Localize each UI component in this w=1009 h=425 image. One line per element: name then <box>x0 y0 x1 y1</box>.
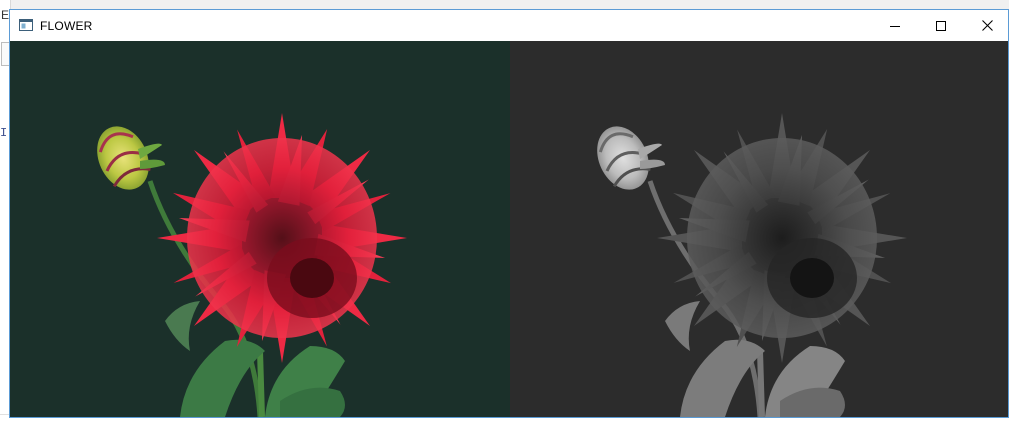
close-button[interactable] <box>964 10 1009 41</box>
maximize-button[interactable] <box>918 10 964 41</box>
background-text-i: I <box>0 126 8 140</box>
close-icon <box>981 20 993 31</box>
color-flower-image <box>10 41 510 417</box>
minimize-icon <box>890 25 900 27</box>
minimize-button[interactable] <box>872 10 918 41</box>
grayscale-flower-image <box>510 41 1008 417</box>
flower-window: FLOWER <box>9 9 1009 418</box>
grayscale-dahlia-graphic <box>597 113 907 417</box>
maximize-icon <box>936 20 946 31</box>
image-display-area <box>10 41 1008 417</box>
background-text-e: E <box>1 8 10 22</box>
window-title: FLOWER <box>40 19 93 33</box>
title-bar[interactable]: FLOWER <box>10 10 1008 41</box>
app-window-icon <box>19 19 33 31</box>
color-dahlia-graphic <box>97 113 407 417</box>
